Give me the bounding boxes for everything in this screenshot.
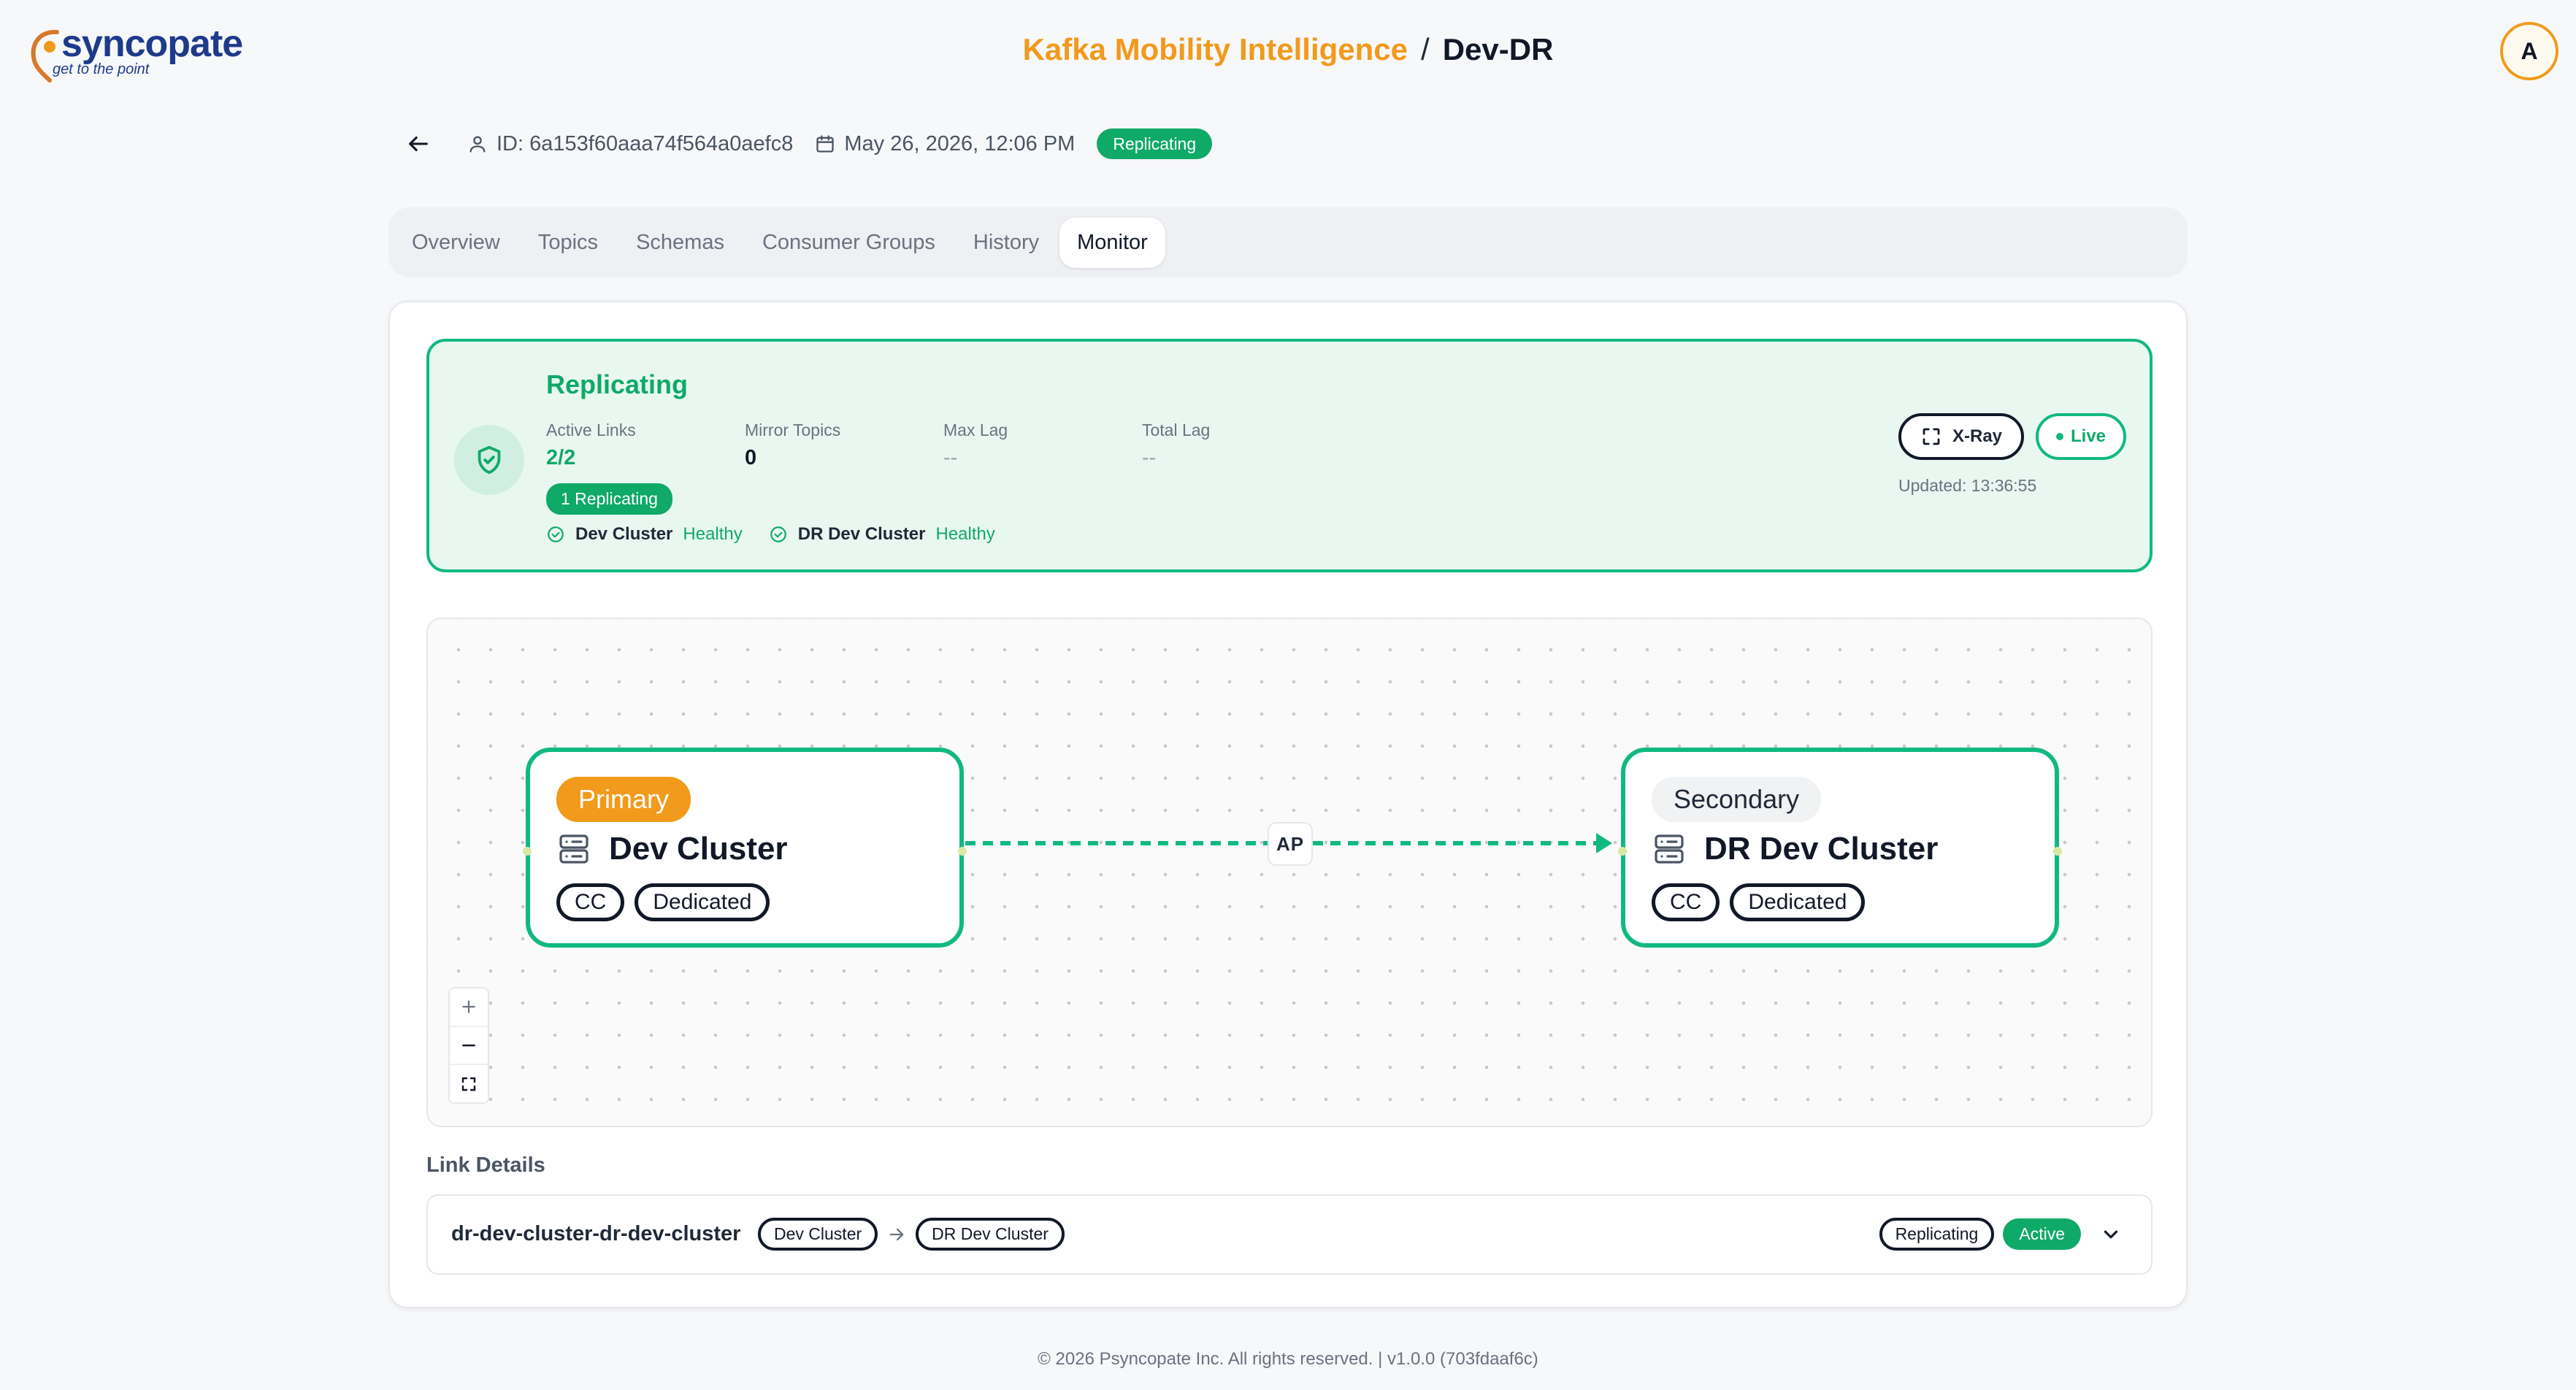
replication-status-panel: Replicating Active Links 2/2 Mirror Topi… [426,339,2153,572]
role-badge-primary: Primary [556,777,691,822]
stat-total-lag: Total Lag -- [1142,421,1210,470]
footer-text: © 2026 Psyncopate Inc. All rights reserv… [1038,1349,1538,1369]
link-details-title: Link Details [426,1153,545,1177]
tab-schemas[interactable]: Schemas [618,218,742,268]
server-icon [559,834,589,864]
replication-meta-row: ID: 6a153f60aaa74f564a0aefc8 May 26, 202… [400,124,1213,164]
scan-icon [1923,428,1940,445]
replication-id-text: ID: 6a153f60aaa74f564a0aefc8 [497,131,794,155]
node-tag: Dedicated [635,883,770,921]
node-title-row: DR Dev Cluster [1652,831,1938,867]
arrow-left-icon [409,136,428,152]
node-handle-left[interactable] [523,847,532,856]
monitor-card: Replicating Active Links 2/2 Mirror Topi… [388,301,2188,1308]
check-circle-icon [548,526,564,542]
stat-label: Total Lag [1142,421,1211,439]
node-tag: CC [556,883,625,921]
node-tag: Dedicated [1730,883,1866,921]
tab-monitor[interactable]: Monitor [1059,217,1165,268]
replication-date-text: May 26, 2026, 12:06 PM [844,131,1076,155]
stat-max-lag: Max Lag -- [943,421,1008,470]
stat-mirror-topics: Mirror Topics 0 [745,421,840,470]
chevron-down-icon[interactable] [2100,1224,2122,1245]
node-tags: CC Dedicated [556,883,770,921]
link-details-row[interactable]: dr-dev-cluster-dr-dev-cluster Dev Cluste… [426,1194,2153,1275]
check-circle-icon [770,526,786,542]
shield-icon-wrapper [454,425,524,495]
live-dot-icon [2055,433,2063,440]
role-badge-secondary: Secondary [1652,777,1822,822]
cluster-health-row: Dev Cluster Healthy DR Dev Cluster Healt… [546,524,1011,545]
cluster-node-secondary[interactable]: Secondary DR Dev Cluster CC Dedicated [1618,748,2062,948]
health-cluster-name: Dev Cluster [575,524,673,544]
status-title: Replicating [546,369,689,399]
health-cluster-state: Healthy [935,524,995,544]
calendar-icon [816,135,835,153]
fit-view-button[interactable] [450,1065,488,1102]
minus-icon [462,1044,475,1047]
health-cluster-name: DR Dev Cluster [797,524,926,544]
stat-value: -- [1142,446,1157,469]
last-updated-text: Updated: 13:36:55 [1898,476,2037,495]
node-tags: CC Dedicated [1652,883,1866,921]
link-status-group: Replicating Active [1879,1218,2122,1251]
stat-value: 2/2 [546,446,576,469]
topology-canvas[interactable]: Primary Dev Cluster CC Dedicated AP Seco… [426,618,2153,1127]
status-badge: Replicating [1097,128,1213,159]
cluster-node-primary[interactable]: Primary Dev Cluster CC Dedicated [523,748,967,948]
node-handle-right[interactable] [958,847,967,856]
arrowhead-icon [1596,833,1612,853]
stat-label: Mirror Topics [745,421,841,439]
node-cluster-name: DR Dev Cluster [1704,831,1939,867]
tab-consumer-groups[interactable]: Consumer Groups [745,218,953,268]
breadcrumb-app-link[interactable]: Kafka Mobility Intelligence [1023,32,1408,66]
tab-overview[interactable]: Overview [394,218,518,268]
shield-check-icon [478,445,501,475]
stat-active-links: Active Links 2/2 [546,421,636,470]
user-avatar[interactable]: A [2500,22,2558,80]
user-icon [469,136,486,153]
back-button[interactable] [400,126,437,162]
breadcrumb-separator: / [1421,32,1430,66]
zoom-controls [448,987,489,1104]
replication-date: May 26, 2026, 12:06 PM [815,132,1075,156]
node-tag: CC [1652,883,1720,921]
link-chain: Dev Cluster DR Dev Cluster [758,1218,1065,1251]
health-cluster-state: Healthy [683,524,743,544]
breadcrumb: Kafka Mobility Intelligence / Dev-DR [0,32,2576,67]
node-cluster-name: Dev Cluster [609,831,788,867]
arrow-right-icon [889,1228,904,1240]
link-name: dr-dev-cluster-dr-dev-cluster [451,1222,741,1245]
live-toggle-button[interactable]: Live [2036,413,2126,460]
node-title-row: Dev Cluster [556,831,788,867]
replicating-count-badge: 1 Replicating [546,483,672,515]
link-source-pill: Dev Cluster [758,1218,878,1251]
edge-label: AP [1268,822,1313,866]
tab-history[interactable]: History [956,218,1057,268]
zoom-out-button[interactable] [450,1027,488,1066]
link-target-pill: DR Dev Cluster [916,1218,1065,1251]
avatar-initial: A [2521,37,2538,64]
link-state-pill: Active [2003,1218,2081,1250]
node-handle-right[interactable] [2053,847,2062,856]
live-label: Live [2070,426,2107,446]
tab-bar: Overview Topics Schemas Consumer Groups … [388,207,2188,277]
node-handle-left[interactable] [1618,847,1627,856]
xray-button[interactable]: X-Ray [1898,413,2024,460]
stat-label: Max Lag [943,421,1008,439]
stat-label: Active Links [546,421,636,439]
fit-view-icon [461,1077,476,1091]
zoom-in-button[interactable] [450,988,488,1027]
server-icon [1655,834,1684,864]
tab-topics[interactable]: Topics [521,218,616,268]
stat-value: -- [943,446,958,469]
plus-icon [462,1000,475,1013]
link-status-pill: Replicating [1879,1218,1995,1251]
xray-label: X-Ray [1952,426,2003,446]
breadcrumb-current: Dev-DR [1442,32,1554,66]
stat-value: 0 [745,446,757,469]
replication-id: ID: 6a153f60aaa74f564a0aefc8 [467,132,793,156]
